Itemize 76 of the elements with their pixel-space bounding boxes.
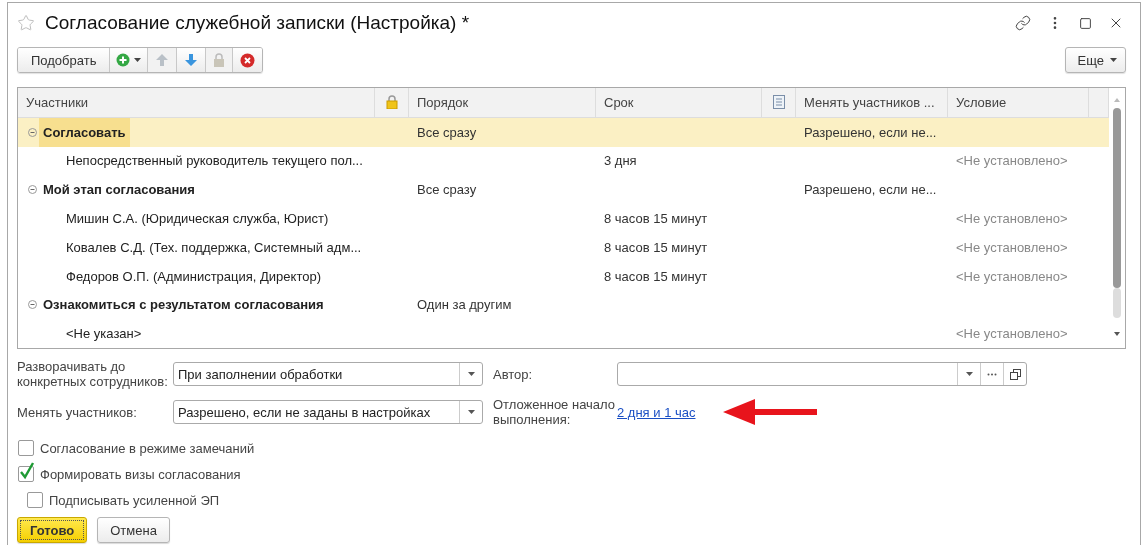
table-row[interactable]: Мишин С.А. (Юридическая служба, Юрист) 8 часов 15 минут <Не установлено> xyxy=(18,204,1109,233)
checkbox-label: Подписывать усиленной ЭП xyxy=(49,492,220,508)
table-row[interactable]: Мой этап согласования Все сразу Разрешено, если не... xyxy=(18,175,1109,205)
field-label: Отложенное начало выполнения: xyxy=(493,397,617,427)
deferred-start-link[interactable]: 2 дня и 1 час xyxy=(617,404,696,420)
table-row[interactable]: Ознакомиться с результатом согласования Один за другим xyxy=(18,290,1109,320)
collapse-icon[interactable] xyxy=(28,127,37,137)
up-arrow-icon xyxy=(155,53,170,67)
column-header[interactable]: Порядок xyxy=(409,88,596,117)
lock-icon xyxy=(213,53,226,67)
field-label: Разворачивать до конкретных сотрудников: xyxy=(17,359,169,389)
document-icon xyxy=(772,95,785,110)
table-cell-text: 8 часов 15 минут xyxy=(603,211,709,226)
caret-icon xyxy=(1110,58,1117,62)
table-cell-text: Непосредственный руководитель текущего пол... xyxy=(65,152,364,171)
cancel-button[interactable]: Отмена xyxy=(97,517,170,543)
link-icon[interactable] xyxy=(1015,15,1031,31)
table-cell-text: 3 дня xyxy=(603,153,638,169)
checkbox[interactable] xyxy=(18,440,34,456)
table-row[interactable]: Непосредственный руководитель текущего пол... 3 дня <Не установлено> xyxy=(18,146,1109,176)
table-cell-text: 8 часов 15 минут xyxy=(603,268,709,284)
collapse-icon[interactable] xyxy=(28,185,37,195)
table-cell-text: Все сразу xyxy=(416,182,478,198)
table-cell-text: <Не указан> xyxy=(65,325,143,344)
checkbox[interactable] xyxy=(27,492,43,508)
table-cell-text: Ознакомиться с результатом согласования xyxy=(42,296,325,315)
table-cell-text: Разрешено, если не... xyxy=(803,182,938,198)
open-window-icon xyxy=(1009,368,1021,380)
delete-icon xyxy=(240,52,256,68)
table-cell-text: <Не установлено> xyxy=(955,239,1069,255)
table-cell-text: Разрешено, если не... xyxy=(803,124,938,140)
table-row[interactable]: Федоров О.П. (Администрация, Директор) 8 часов 15 минут <Не установлено> xyxy=(18,261,1109,291)
dropdown-icon xyxy=(467,372,475,376)
table-row[interactable]: Согласовать Все сразу Разрешено, если не... xyxy=(18,117,1109,147)
table-cell-text: Ковалев С.Д. (Тех. поддержка, Системный адм... xyxy=(65,238,363,257)
lock-icon xyxy=(385,95,398,110)
table-cell-text: <Не установлено> xyxy=(955,326,1069,342)
maximize-icon[interactable] xyxy=(1079,16,1092,30)
move-down-button[interactable] xyxy=(176,48,206,72)
field-label: Менять участников: xyxy=(17,404,138,420)
column-header[interactable]: Менять участников ... xyxy=(796,88,948,117)
table-cell-text: Мой этап согласования xyxy=(42,181,196,200)
table-cell-text: <Не установлено> xyxy=(955,153,1069,169)
collapse-icon[interactable] xyxy=(28,300,37,310)
checkbox-label: Формировать визы согласования xyxy=(40,466,241,482)
more-button[interactable]: Еще xyxy=(1064,47,1126,73)
delete-button[interactable] xyxy=(232,48,263,72)
change-participants-select[interactable]: Разрешено, если не заданы в настройках xyxy=(173,400,483,424)
column-header[interactable]: Условие xyxy=(948,88,1089,117)
dropdown-icon xyxy=(467,410,475,414)
favorite-star-icon[interactable] xyxy=(17,14,35,32)
table-cell-text: Все сразу xyxy=(416,124,478,140)
done-button[interactable]: Готово xyxy=(17,517,88,543)
table-cell-text: Федоров О.П. (Администрация, Директор) xyxy=(65,267,322,286)
add-button[interactable] xyxy=(109,48,148,72)
table-row[interactable]: Ковалев С.Д. (Тех. поддержка, Системный адм... 8 часов 15 минут <Не установлено> xyxy=(18,232,1109,262)
checkbox-label: Согласование в режиме замечаний xyxy=(40,440,255,456)
caret-icon xyxy=(134,58,142,62)
table-cell-text: 8 часов 15 минут xyxy=(603,239,709,255)
column-header[interactable]: Срок xyxy=(596,88,762,117)
author-field[interactable] xyxy=(617,362,1027,386)
field-label: Автор: xyxy=(493,366,534,382)
table-cell-text: Мишин С.А. (Юридическая служба, Юрист) xyxy=(65,210,330,228)
table-cell: Согласовать xyxy=(39,117,130,147)
column-header[interactable]: Участники xyxy=(18,88,375,117)
window-title: Согласование служебной записки (Настройка) * xyxy=(45,12,471,34)
table-row[interactable]: <Не указан> <Не установлено> xyxy=(18,319,1109,349)
expand-select[interactable]: При заполнении обработки xyxy=(173,362,483,386)
plus-icon xyxy=(116,53,131,67)
table-cell-text: <Не установлено> xyxy=(955,268,1069,284)
table-cell-text: Один за другим xyxy=(416,297,513,313)
pick-button[interactable]: Подобрать xyxy=(18,48,110,72)
table-cell-text: <Не установлено> xyxy=(955,211,1069,226)
more-dots-icon xyxy=(987,372,997,376)
down-arrow-icon xyxy=(184,53,199,67)
dropdown-icon xyxy=(965,372,973,376)
